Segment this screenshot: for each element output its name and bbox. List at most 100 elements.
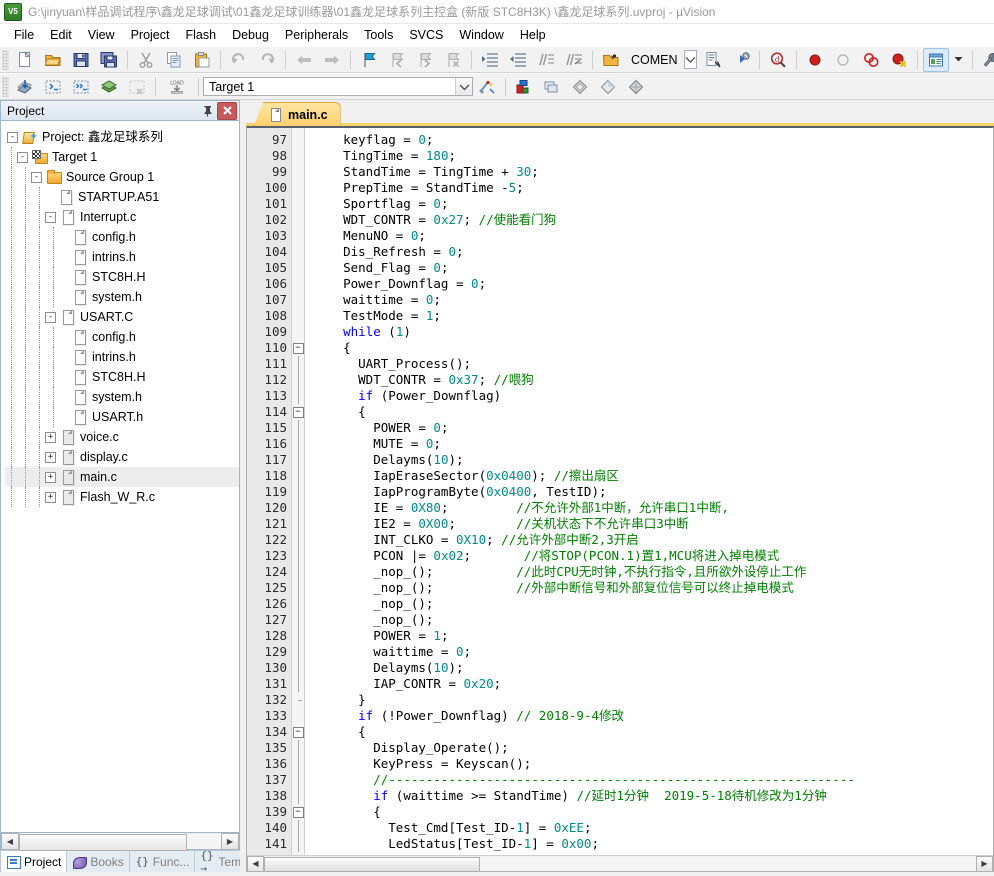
fold-marker[interactable]: − [292,724,304,740]
code-line[interactable]: PCON |= 0x02; //将STOP(PCON.1)置1,MCU将进入掉电… [313,548,993,564]
indent-right-icon[interactable] [477,48,503,72]
expand-icon[interactable]: + [45,471,56,483]
code-line[interactable]: KeyPress = Keyscan(); [313,756,993,772]
scroll-right-icon[interactable]: ▶ [221,832,239,850]
menu-item-project[interactable]: Project [123,26,178,44]
fold-marker[interactable]: − [292,340,304,356]
code-line[interactable]: while (1) [313,324,993,340]
code-line[interactable]: Dis_Refresh = 0; [313,244,993,260]
hscroll-track[interactable] [19,833,221,851]
comment-icon[interactable] [533,48,559,72]
pack-installer-icon[interactable] [595,75,621,99]
code-fold-column[interactable]: − − − − [291,128,305,855]
navigate-back-icon[interactable] [291,48,317,72]
code-line[interactable]: WDT_CONTR = 0x27; //使能看门狗 [313,212,993,228]
collapse-icon[interactable]: - [45,211,56,223]
chevron-down-icon[interactable] [455,78,472,95]
code-line[interactable]: //--------------------------------------… [313,772,993,788]
bookmark-clear-icon[interactable] [440,48,466,72]
code-line[interactable]: TestMode = 1; [313,308,993,324]
rebuild-icon[interactable] [68,75,94,99]
collapse-icon[interactable]: - [45,311,56,323]
code-line[interactable]: Delayms(10); [313,452,993,468]
project-tree[interactable]: -Project: 鑫龙足球系列-Target 1-Source Group 1… [0,120,240,833]
uncomment-icon[interactable] [561,48,587,72]
tree-item[interactable]: system.h [5,287,239,307]
manage-project-items-icon[interactable] [511,75,537,99]
scroll-left-icon[interactable]: ◀ [1,832,19,850]
fold-collapse-icon[interactable]: − [292,406,304,418]
code-line[interactable]: Test_Cmd[Test_ID-1] = 0xEE; [313,820,993,836]
code-line[interactable]: TingTime = 180; [313,148,993,164]
copy-icon[interactable] [161,48,187,72]
code-line[interactable]: _nop_(); //外部中断信号和外部复位信号可以终止掉电模式 [313,580,993,596]
code-line[interactable]: MUTE = 0; [313,436,993,452]
translate-icon[interactable] [12,75,38,99]
code-line[interactable]: _nop_(); //此时CPU无时钟,不执行指令,且所欲外设停止工作 [313,564,993,580]
chevron-down-icon[interactable] [951,48,967,72]
fold-marker[interactable]: − [292,404,304,420]
bottom-tab-project[interactable]: Project [0,850,68,872]
fold-marker[interactable]: − [292,804,304,820]
code-line[interactable]: { [313,724,993,740]
code-line[interactable]: if (Power_Downflag) [313,388,993,404]
tree-item[interactable]: USART.h [5,407,239,427]
tree-item[interactable]: intrins.h [5,247,239,267]
tree-item[interactable]: config.h [5,327,239,347]
code-line[interactable]: waittime = 0; [313,292,993,308]
code-line[interactable]: POWER = 1; [313,628,993,644]
find-in-files-icon[interactable]: d [765,48,791,72]
save-icon[interactable] [68,48,94,72]
menu-item-svcs[interactable]: SVCS [401,26,451,44]
code-line[interactable]: MenuNO = 0; [313,228,993,244]
expand-icon[interactable]: + [45,451,56,463]
toolbar-dropdown[interactable] [683,50,697,69]
tree-item[interactable]: - Project: 鑫龙足球系列 [5,127,239,147]
code-line[interactable]: IapEraseSector(0x0400); //擦出扇区 [313,468,993,484]
tree-item[interactable]: intrins.h [5,347,239,367]
download-icon[interactable]: LOAD [161,75,193,99]
build-icon[interactable] [40,75,66,99]
code-line[interactable]: Display_Operate(); [313,740,993,756]
code-line[interactable]: keyflag = 0; [313,132,993,148]
expand-icon[interactable]: + [45,431,56,443]
file-properties-icon[interactable] [700,48,726,72]
breakpoint-disable-all-icon[interactable] [858,48,884,72]
bookmark-next-icon[interactable] [412,48,438,72]
code-line[interactable]: INT_CLKO = 0X10; //允许外部中断2,3开启 [313,532,993,548]
breakpoint-kill-all-icon[interactable] [886,48,912,72]
code-hscrollbar[interactable]: ◀ ▶ [247,855,993,871]
menu-item-window[interactable]: Window [451,26,511,44]
bottom-tab-functions[interactable]: {} Func... [128,850,196,872]
paste-icon[interactable] [189,48,215,72]
code-line[interactable]: IapProgramByte(0x0400, TestID); [313,484,993,500]
scroll-right-icon[interactable]: ▶ [976,855,993,871]
target-select[interactable]: Target 1 [203,77,473,96]
hscroll-thumb[interactable] [19,833,187,851]
cut-icon[interactable] [133,48,159,72]
open-file-icon[interactable] [40,48,66,72]
code-line[interactable]: if (waittime >= StandTime) //延时1分钟 2019-… [313,788,993,804]
code-line[interactable]: { [313,340,993,356]
fold-collapse-icon[interactable]: − [292,342,304,354]
tree-item[interactable]: + Flash_W_R.c [5,487,239,507]
code-line[interactable]: } [313,692,993,708]
bookmark-toggle-icon[interactable] [356,48,382,72]
menu-item-help[interactable]: Help [512,26,554,44]
collapse-icon[interactable]: - [17,151,28,163]
code-line[interactable]: { [313,804,993,820]
code-line[interactable]: Sportflag = 0; [313,196,993,212]
fold-collapse-icon[interactable]: − [292,806,304,818]
code-line[interactable]: _nop_(); [313,612,993,628]
multi-project-icon[interactable] [539,75,565,99]
toolbar-grip[interactable] [2,49,9,70]
code-text[interactable]: keyflag = 0; TingTime = 180; StandTime =… [305,128,993,855]
collapse-icon[interactable]: - [31,171,42,183]
tree-item[interactable]: - Source Group 1 [5,167,239,187]
bookmark-prev-icon[interactable] [384,48,410,72]
code-line[interactable]: UART_Process(); [313,356,993,372]
code-line[interactable]: IAP_CONTR = 0x20; [313,676,993,692]
fold-collapse-icon[interactable]: − [292,726,304,738]
code-line[interactable]: Send_Flag = 0; [313,260,993,276]
code-hscroll-thumb[interactable] [264,856,480,871]
